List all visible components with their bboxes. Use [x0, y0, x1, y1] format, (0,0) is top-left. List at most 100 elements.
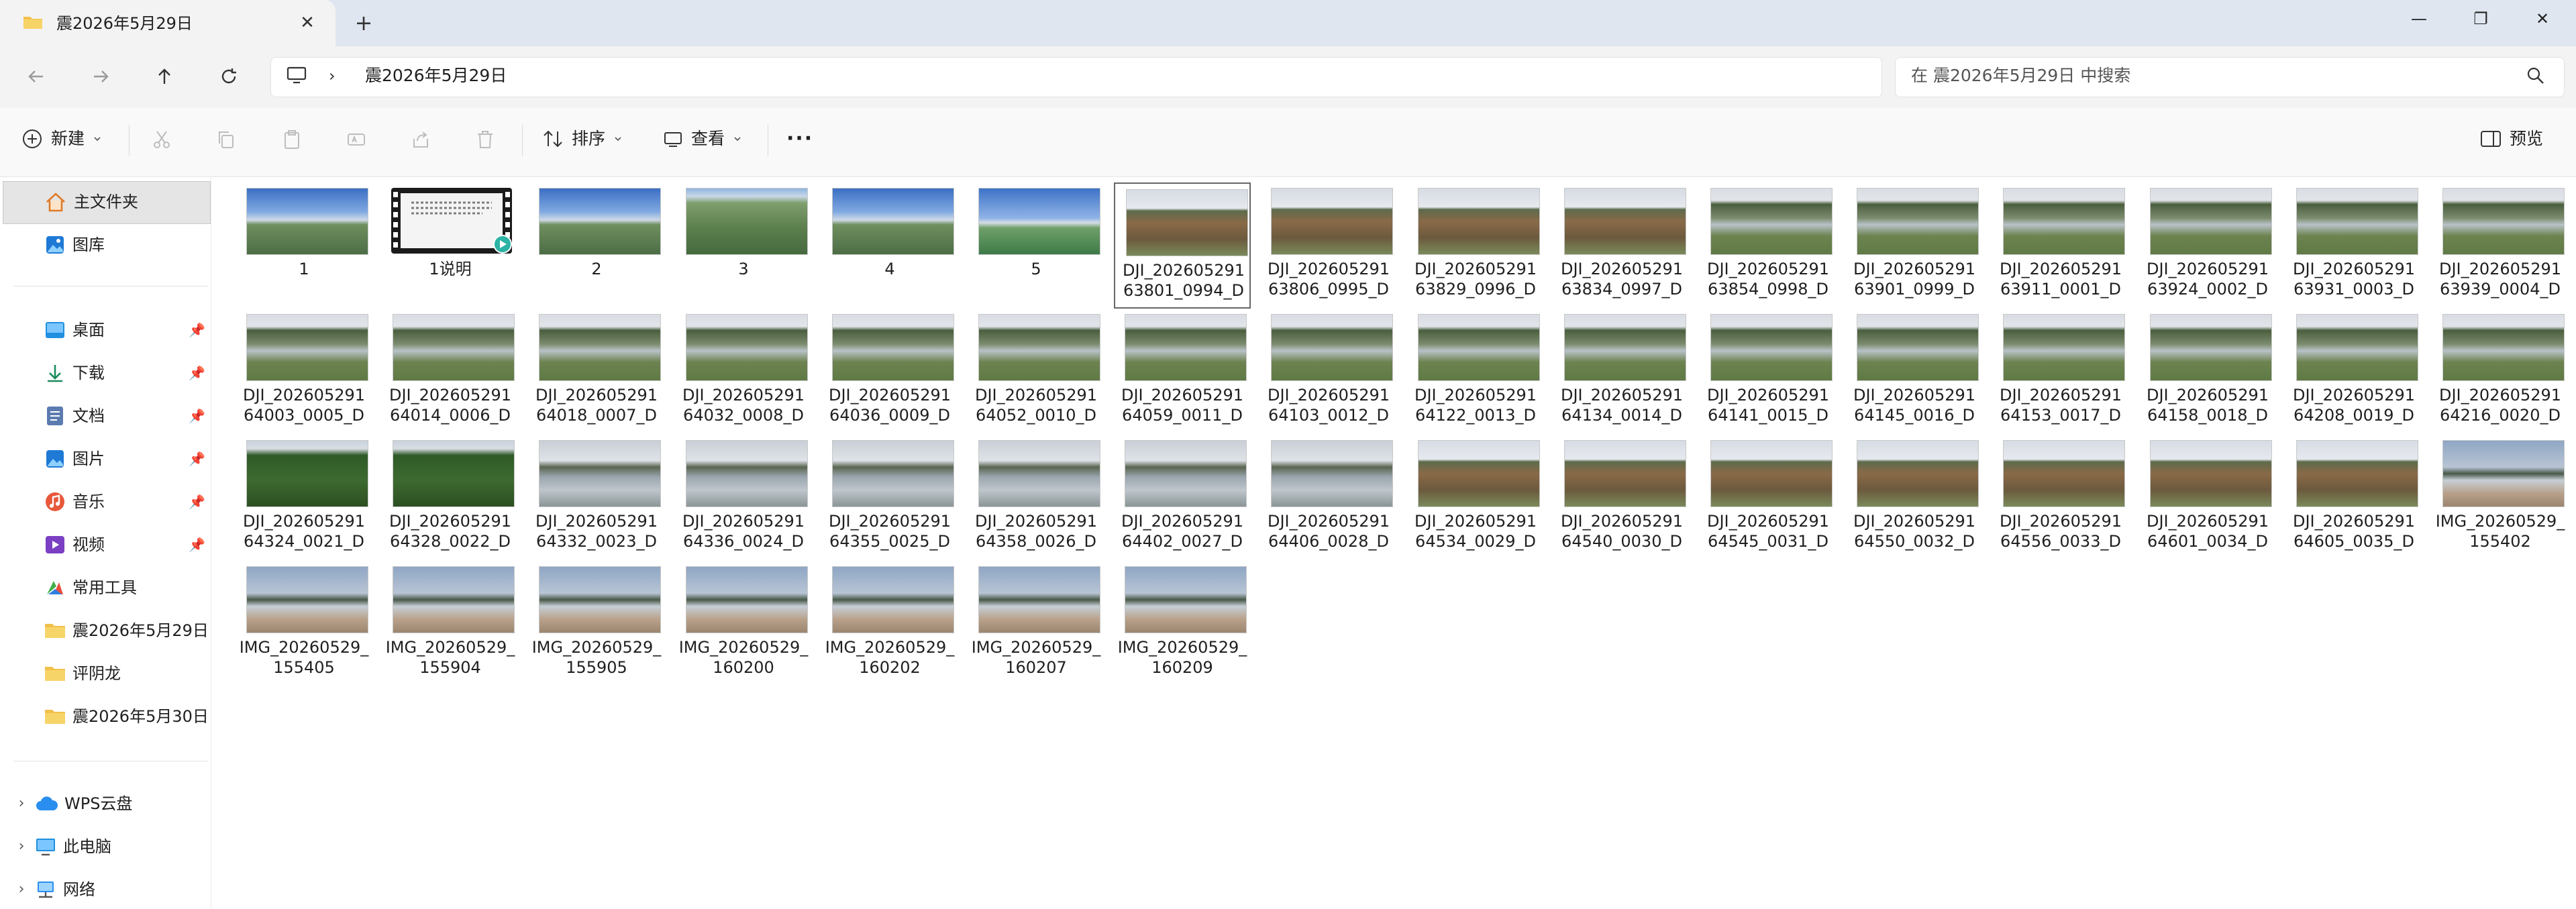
- file-item[interactable]: DJI_202605291 64134_0014_D: [1553, 309, 1690, 435]
- file-item[interactable]: DJI_202605291 63834_0997_D: [1553, 182, 1690, 309]
- refresh-button[interactable]: [209, 56, 249, 97]
- nav-pictures[interactable]: 图片 📌: [44, 448, 205, 470]
- file-item[interactable]: DJI_202605291 63801_0994_D: [1114, 182, 1251, 309]
- file-item[interactable]: IMG_20260529_ 160209: [1114, 561, 1251, 687]
- search-input[interactable]: 在 震2026年5月29日 中搜索: [1911, 64, 2130, 87]
- file-item[interactable]: DJI_202605291 64032_0008_D: [675, 309, 812, 435]
- file-item[interactable]: DJI_202605291 64018_0007_D: [528, 309, 665, 435]
- forward-button[interactable]: [81, 56, 121, 97]
- nav-home[interactable]: 主文件夹: [44, 191, 138, 213]
- file-item[interactable]: DJI_202605291 64328_0022_D: [382, 435, 519, 561]
- nav-folder-pinyin[interactable]: 评阴龙: [44, 663, 121, 684]
- rename-button[interactable]: [345, 128, 368, 151]
- file-item[interactable]: DJI_202605291 64158_0018_D: [2139, 309, 2276, 435]
- file-item[interactable]: DJI_202605291 64358_0026_D: [968, 435, 1104, 561]
- file-item[interactable]: DJI_202605291 63931_0003_D: [2285, 182, 2422, 309]
- file-item[interactable]: DJI_202605291 64052_0010_D: [968, 309, 1104, 435]
- breadcrumb-separator-icon[interactable]: ›: [329, 66, 336, 86]
- up-button[interactable]: [144, 56, 185, 97]
- file-item[interactable]: DJI_202605291 64141_0015_D: [1700, 309, 1837, 435]
- copy-button[interactable]: [215, 128, 238, 151]
- new-button[interactable]: 新建: [21, 127, 102, 150]
- nav-folder-0530[interactable]: 震2026年5月30日: [44, 706, 209, 727]
- file-item[interactable]: DJI_202605291 64556_0033_D: [1992, 435, 2129, 561]
- file-item[interactable]: 4: [821, 182, 958, 309]
- file-item[interactable]: DJI_202605291 63911_0001_D: [1992, 182, 2129, 309]
- file-item[interactable]: DJI_202605291 64003_0005_D: [236, 309, 372, 435]
- file-item[interactable]: IMG_20260529_ 155405: [236, 561, 372, 687]
- tab-close-button[interactable]: ✕: [295, 11, 319, 35]
- more-options-icon[interactable]: ···: [786, 127, 813, 150]
- nav-wps-cloud[interactable]: › WPS云盘: [15, 793, 133, 814]
- file-item[interactable]: DJI_202605291 64545_0031_D: [1700, 435, 1837, 561]
- nav-network[interactable]: › 网络: [15, 879, 95, 900]
- file-item[interactable]: DJI_202605291 64036_0009_D: [821, 309, 958, 435]
- file-item[interactable]: DJI_202605291 64534_0029_D: [1407, 435, 1544, 561]
- file-item[interactable]: DJI_202605291 63939_0004_D: [2432, 182, 2569, 309]
- expand-chevron-icon[interactable]: ›: [15, 836, 28, 857]
- file-item[interactable]: IMG_20260529_ 155402: [2432, 435, 2569, 561]
- back-button[interactable]: [16, 56, 56, 97]
- minimize-button[interactable]: —: [2385, 0, 2453, 38]
- file-item[interactable]: DJI_202605291 64208_0019_D: [2285, 309, 2422, 435]
- pin-icon[interactable]: 📌: [189, 319, 205, 341]
- file-item[interactable]: DJI_202605291 64540_0030_D: [1553, 435, 1690, 561]
- nav-desktop[interactable]: 桌面 📌: [44, 319, 205, 341]
- nav-gallery[interactable]: 图库: [44, 234, 105, 256]
- file-item[interactable]: DJI_202605291 64332_0023_D: [528, 435, 665, 561]
- pin-icon[interactable]: 📌: [189, 534, 205, 555]
- file-item[interactable]: DJI_202605291 64550_0032_D: [1846, 435, 1983, 561]
- new-tab-button[interactable]: +: [352, 11, 376, 35]
- address-bar[interactable]: [270, 57, 1882, 97]
- file-item[interactable]: IMG_20260529_ 160207: [968, 561, 1104, 687]
- file-item[interactable]: DJI_202605291 64122_0013_D: [1407, 309, 1544, 435]
- close-button[interactable]: ✕: [2509, 0, 2576, 38]
- file-item[interactable]: DJI_202605291 64103_0012_D: [1260, 309, 1397, 435]
- file-item[interactable]: 5: [968, 182, 1104, 309]
- cut-button[interactable]: [150, 128, 173, 151]
- file-item[interactable]: DJI_202605291 64355_0025_D: [821, 435, 958, 561]
- file-item[interactable]: IMG_20260529_ 155905: [528, 561, 665, 687]
- file-item[interactable]: IMG_20260529_ 160200: [675, 561, 812, 687]
- breadcrumb-current[interactable]: 震2026年5月29日: [365, 64, 507, 87]
- pin-icon[interactable]: 📌: [189, 448, 205, 470]
- nav-folder-0529[interactable]: 震2026年5月29日: [44, 620, 209, 641]
- file-item[interactable]: DJI_202605291 63901_0999_D: [1846, 182, 1983, 309]
- file-item[interactable]: IMG_20260529_ 160202: [821, 561, 958, 687]
- file-item[interactable]: DJI_202605291 63806_0995_D: [1260, 182, 1397, 309]
- nav-documents[interactable]: 文档 📌: [44, 405, 205, 427]
- preview-pane-button[interactable]: 预览: [2480, 127, 2543, 150]
- view-button[interactable]: 查看: [663, 127, 742, 150]
- sort-button[interactable]: 排序: [542, 127, 623, 150]
- expand-chevron-icon[interactable]: ›: [15, 793, 28, 814]
- delete-button[interactable]: [474, 128, 497, 151]
- file-item[interactable]: DJI_202605291 64059_0011_D: [1114, 309, 1251, 435]
- nav-tools[interactable]: 常用工具: [44, 577, 137, 598]
- nav-this-pc[interactable]: › 此电脑: [15, 836, 111, 857]
- file-item[interactable]: DJI_202605291 64153_0017_D: [1992, 309, 2129, 435]
- file-item[interactable]: DJI_202605291 64406_0028_D: [1260, 435, 1397, 561]
- nav-videos[interactable]: 视频 📌: [44, 534, 205, 555]
- file-item[interactable]: DJI_202605291 64145_0016_D: [1846, 309, 1983, 435]
- file-item[interactable]: DJI_202605291 63924_0002_D: [2139, 182, 2276, 309]
- file-item[interactable]: 1说明: [382, 182, 519, 309]
- file-item[interactable]: DJI_202605291 63829_0996_D: [1407, 182, 1544, 309]
- expand-chevron-icon[interactable]: ›: [15, 879, 28, 900]
- pin-icon[interactable]: 📌: [189, 491, 205, 513]
- maximize-button[interactable]: ❐: [2447, 0, 2514, 38]
- search-icon[interactable]: [2526, 66, 2546, 86]
- file-item[interactable]: 1: [236, 182, 372, 309]
- file-item[interactable]: DJI_202605291 64216_0020_D: [2432, 309, 2569, 435]
- file-item[interactable]: IMG_20260529_ 155904: [382, 561, 519, 687]
- file-item[interactable]: DJI_202605291 64336_0024_D: [675, 435, 812, 561]
- nav-music[interactable]: 音乐 📌: [44, 491, 205, 513]
- pin-icon[interactable]: 📌: [189, 405, 205, 427]
- nav-downloads[interactable]: 下载 📌: [44, 362, 205, 384]
- paste-button[interactable]: [280, 128, 303, 151]
- file-item[interactable]: DJI_202605291 64014_0006_D: [382, 309, 519, 435]
- file-item[interactable]: DJI_202605291 64402_0027_D: [1114, 435, 1251, 561]
- file-item[interactable]: DJI_202605291 63854_0998_D: [1700, 182, 1837, 309]
- file-item[interactable]: DJI_202605291 64324_0021_D: [236, 435, 372, 561]
- share-button[interactable]: [409, 128, 432, 151]
- file-item[interactable]: 3: [675, 182, 812, 309]
